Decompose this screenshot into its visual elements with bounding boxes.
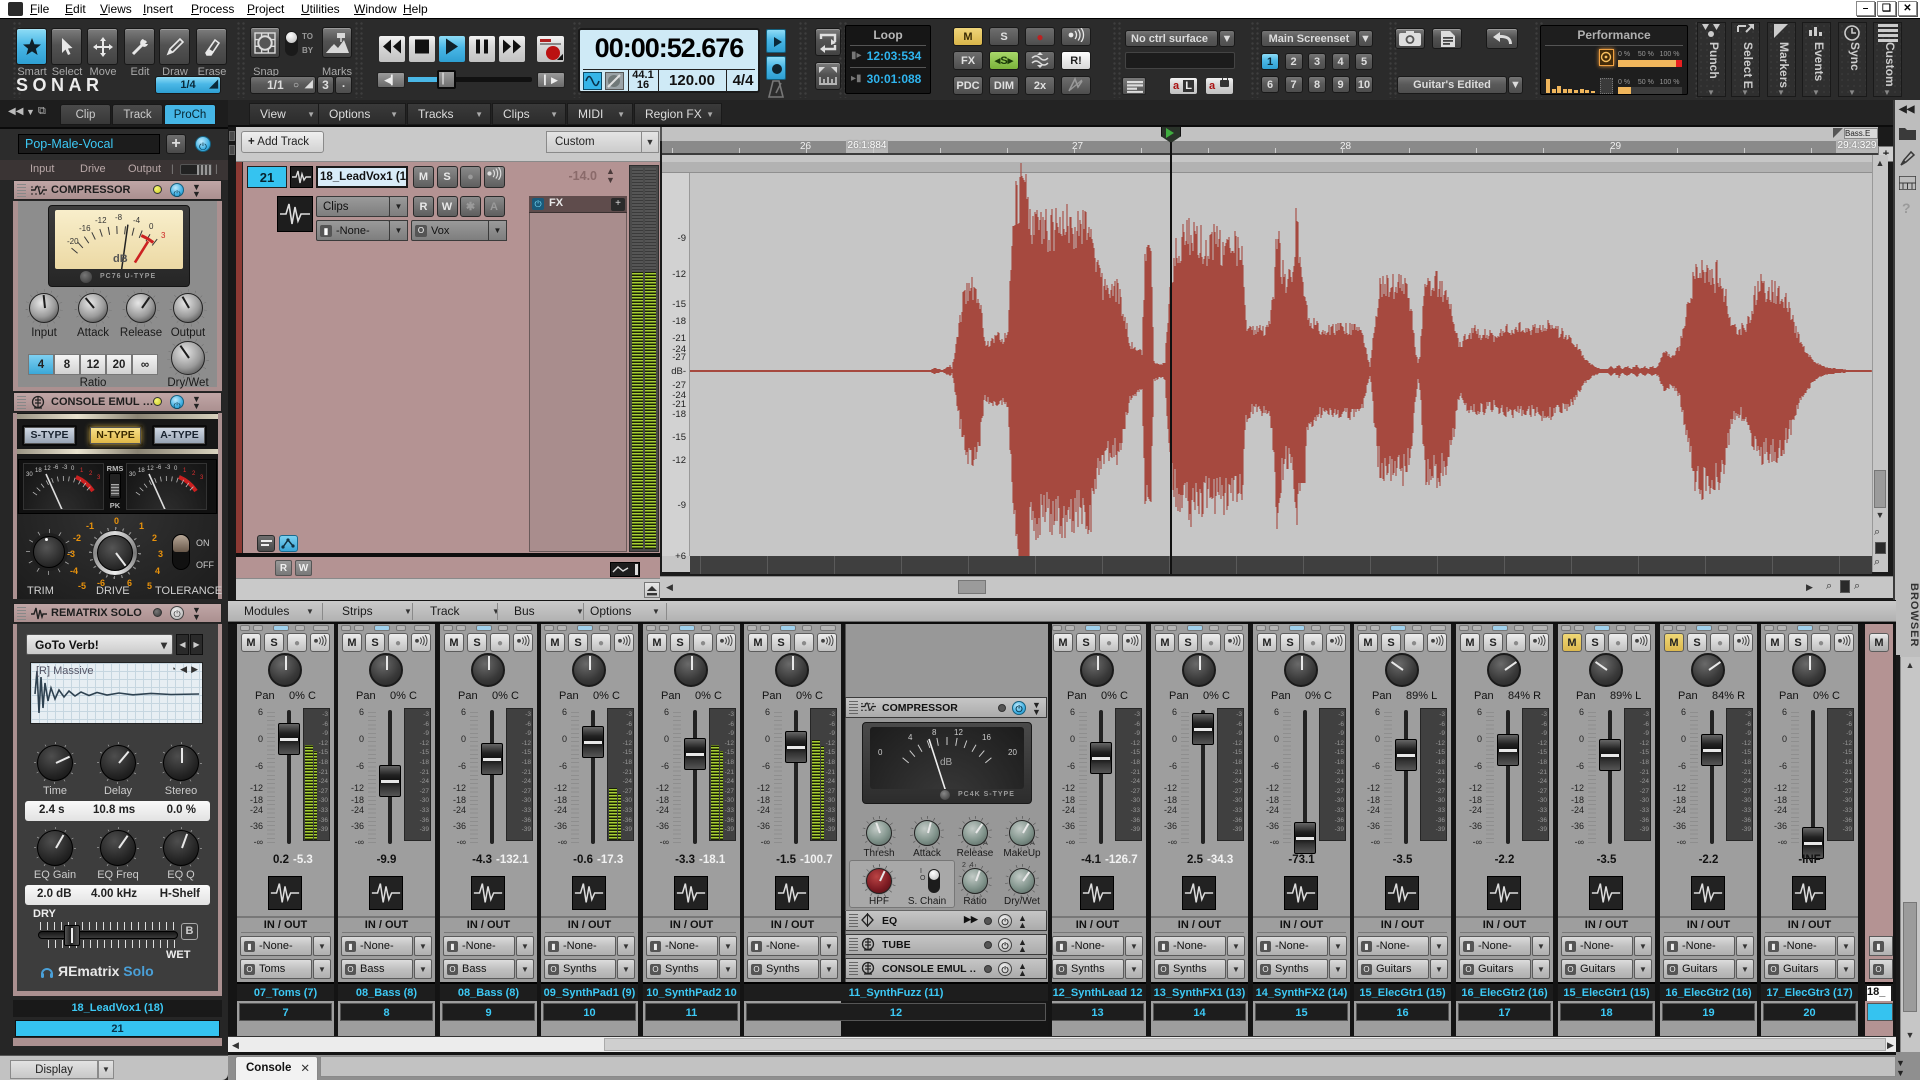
svg-text:1: 1 — [183, 468, 187, 474]
svg-text:3: 3 — [200, 475, 204, 481]
svg-text:8: 8 — [932, 728, 937, 737]
svg-text:16: 16 — [982, 733, 991, 742]
svg-text:18: 18 — [138, 468, 145, 474]
svg-text:-12: -12 — [95, 216, 107, 225]
svg-text:-6: -6 — [156, 465, 162, 471]
svg-text:3: 3 — [161, 231, 166, 240]
svg-text:18: 18 — [35, 468, 42, 474]
svg-text:-6: -6 — [53, 465, 59, 471]
svg-text:0: 0 — [71, 466, 75, 472]
svg-text:-8: -8 — [115, 213, 123, 222]
svg-text:-20: -20 — [67, 237, 79, 246]
svg-text:2: 2 — [192, 471, 196, 477]
svg-text:3: 3 — [97, 475, 101, 481]
svg-text:-3: -3 — [62, 465, 68, 471]
svg-text:30: 30 — [129, 472, 136, 478]
svg-text:dB: dB — [113, 253, 128, 265]
svg-text:-16: -16 — [79, 224, 91, 233]
svg-text:0: 0 — [149, 222, 154, 231]
svg-text:0: 0 — [174, 466, 178, 472]
svg-text:1: 1 — [80, 468, 84, 474]
svg-text:-3: -3 — [165, 465, 171, 471]
svg-text:-4: -4 — [133, 216, 141, 225]
svg-text:12: 12 — [44, 466, 51, 472]
svg-text:12: 12 — [147, 466, 154, 472]
svg-text:dB: dB — [940, 757, 953, 768]
svg-text:20: 20 — [1008, 748, 1017, 757]
svg-text:2: 2 — [89, 471, 93, 477]
svg-text:0: 0 — [878, 748, 883, 757]
svg-text:30: 30 — [26, 472, 33, 478]
svg-text:4: 4 — [908, 733, 913, 742]
svg-text:12: 12 — [954, 728, 963, 737]
